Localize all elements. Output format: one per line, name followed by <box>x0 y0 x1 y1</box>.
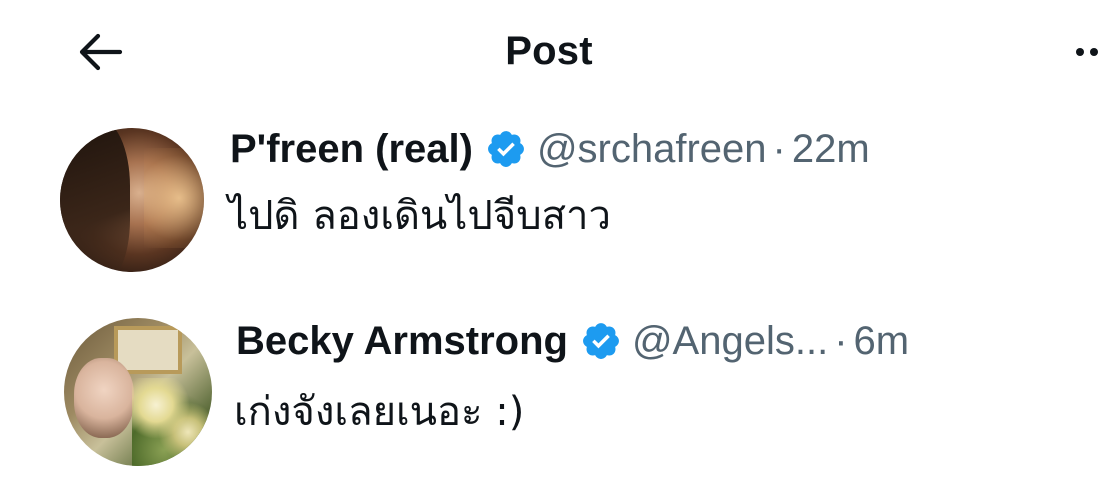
post-page: Post P'freen (real) @srchafreen · 22m ไป… <box>0 0 1098 504</box>
verified-badge-icon <box>583 323 619 359</box>
post-item[interactable]: Becky Armstrong @Angels... · 6m เก่งจังเ… <box>0 308 1098 478</box>
separator: · <box>834 319 848 363</box>
avatar-flowers <box>132 378 212 466</box>
more-options-button[interactable] <box>1072 36 1098 66</box>
display-name[interactable]: Becky Armstrong <box>236 316 568 366</box>
timestamp[interactable]: 6m <box>854 316 910 366</box>
display-name[interactable]: P'freen (real) <box>230 124 473 174</box>
post-text: ไปดิ ลองเดินไปจีบสาว <box>228 193 611 239</box>
post-text: เก่งจังเลยเนอะ :) <box>234 389 525 435</box>
timestamp[interactable]: 22m <box>792 124 870 174</box>
avatar[interactable] <box>64 318 212 466</box>
post-item[interactable]: P'freen (real) @srchafreen · 22m ไปดิ ลอ… <box>0 118 1098 278</box>
avatar-hair <box>60 128 130 272</box>
more-dot <box>1090 48 1098 56</box>
post-header: P'freen (real) @srchafreen · 22m <box>230 124 870 174</box>
more-horizontal-icon <box>1076 48 1084 56</box>
avatar[interactable] <box>60 128 204 272</box>
separator: · <box>772 127 786 171</box>
top-bar: Post <box>0 0 1098 110</box>
avatar-light <box>144 148 204 248</box>
post-header: Becky Armstrong @Angels... · 6m <box>236 316 909 366</box>
user-handle[interactable]: @srchafreen <box>537 124 767 174</box>
verified-badge-icon <box>488 131 524 167</box>
user-handle[interactable]: @Angels... <box>632 316 828 366</box>
page-title: Post <box>505 29 593 73</box>
avatar-face <box>74 358 134 438</box>
